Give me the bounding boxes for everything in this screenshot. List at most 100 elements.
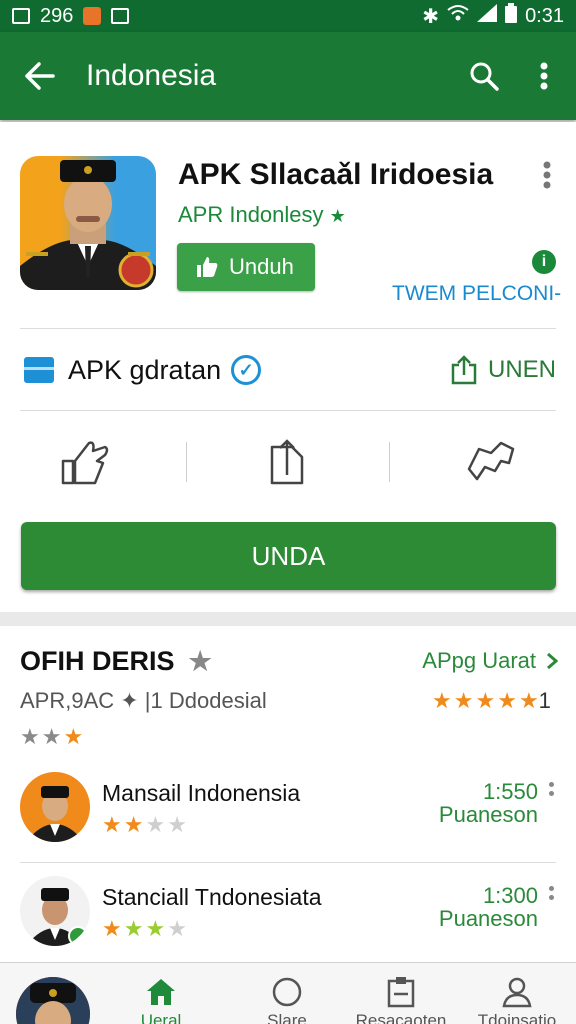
item-count: 1:300 Puaneson bbox=[439, 884, 538, 930]
home-icon bbox=[143, 975, 179, 1009]
star-icon: ★ bbox=[497, 688, 517, 713]
clock-time: 0:31 bbox=[525, 4, 564, 27]
nav-home[interactable]: Ueral bbox=[106, 975, 216, 1024]
app-more-button[interactable] bbox=[532, 160, 562, 190]
star-icon: ★ bbox=[41, 724, 62, 749]
star-icon: ★ bbox=[102, 916, 122, 941]
item-count-value: 1:550 bbox=[482, 779, 538, 804]
toolbar: Indonesia bbox=[0, 32, 576, 120]
nav-share-label: Slare bbox=[267, 1011, 307, 1024]
share-label: UNEN bbox=[487, 356, 556, 383]
item-count: 1:550 Puaneson bbox=[439, 780, 538, 826]
item-count-value: 1:300 bbox=[482, 883, 538, 908]
star-icon: ★ bbox=[63, 724, 84, 749]
map-button[interactable] bbox=[463, 434, 519, 490]
status-bar: 296 ✱ 0:31 bbox=[0, 0, 576, 32]
like-button[interactable] bbox=[57, 434, 113, 490]
nav-home-label: Ueral bbox=[140, 1011, 182, 1024]
star-icon: ★ bbox=[123, 916, 144, 941]
item-more-button[interactable] bbox=[546, 886, 556, 916]
section-rating: ★ ★ ★ ★ ★ 1 bbox=[432, 688, 551, 714]
section-title: OFIH DERIS bbox=[20, 646, 175, 676]
section-small-stars: ★ ★ ★ bbox=[20, 726, 83, 748]
star-icon: ★ bbox=[123, 812, 144, 837]
rating-value: 1 bbox=[538, 688, 551, 713]
more-vert-icon bbox=[543, 161, 551, 189]
install-button[interactable]: Unduh bbox=[177, 243, 315, 291]
item-name: Stanciall Tndonesiata bbox=[102, 884, 322, 910]
star-icon: ★ bbox=[102, 812, 122, 837]
star-icon: ★ bbox=[432, 688, 452, 713]
chevron-right-icon bbox=[547, 652, 558, 670]
item-count-label: Puaneson bbox=[438, 802, 538, 828]
star-icon: ★ bbox=[453, 688, 474, 713]
section-more-link[interactable]: APpg Uarat bbox=[422, 648, 558, 674]
primary-action-button[interactable]: UNDA bbox=[21, 522, 556, 590]
briefcase-icon bbox=[24, 357, 54, 383]
separator bbox=[185, 442, 187, 482]
divider bbox=[20, 410, 556, 411]
thumbs-up-icon bbox=[197, 257, 218, 277]
developer-label: APR Indonlesy bbox=[178, 202, 324, 227]
list-item[interactable]: Stanciall Tndonesiata ★ ★ ★ ★ 1:300 Puaneso… bbox=[20, 876, 556, 948]
star-icon: ★ bbox=[145, 812, 166, 837]
verified-check-icon: ✓ bbox=[231, 355, 262, 385]
overflow-menu-button[interactable] bbox=[522, 54, 566, 98]
bottom-navigation: Ueral Slare Resacaoten Tdoinsatio bbox=[0, 962, 576, 1024]
share-button[interactable]: UNEN bbox=[450, 355, 556, 385]
divider bbox=[20, 328, 556, 329]
search-button[interactable] bbox=[462, 54, 506, 98]
verified-label: APK gdratan bbox=[68, 354, 222, 385]
developer-link[interactable]: TWEM PELCONI- bbox=[392, 282, 561, 306]
star-icon: ★ bbox=[167, 812, 187, 837]
nav-profile[interactable]: Tdoinsatio bbox=[462, 975, 572, 1024]
divider bbox=[20, 862, 556, 863]
profile-avatar[interactable] bbox=[16, 977, 90, 1024]
avatar bbox=[20, 772, 90, 842]
app-detail-card: APK Sllacaǎl Iridoesia APR Indonlesy ★ U… bbox=[0, 122, 576, 612]
section-header: OFIH DERIS ★ bbox=[20, 646, 212, 677]
verified-row: APK gdratan ✓ UNEN bbox=[20, 350, 556, 390]
upload-icon bbox=[270, 439, 304, 485]
search-icon bbox=[470, 62, 499, 91]
nav-saved[interactable]: Resacaoten bbox=[346, 975, 456, 1024]
star-icon: ★ bbox=[20, 724, 40, 749]
item-stars: ★ ★ ★ ★ bbox=[102, 814, 187, 836]
app-notification-icon bbox=[83, 7, 102, 25]
back-button[interactable] bbox=[12, 48, 68, 104]
star-icon: ★ bbox=[167, 916, 187, 941]
related-apps-card: OFIH DERIS ★ APpg Uarat APR,9AC ✦ |1 Ddo… bbox=[0, 626, 576, 962]
more-vert-icon bbox=[540, 62, 548, 90]
section-subinfo: APR,9AC ✦ |1 Ddodesial bbox=[20, 688, 267, 713]
image-notification-icon bbox=[12, 8, 30, 24]
star-icon: ★ bbox=[518, 688, 539, 713]
hand-icon bbox=[61, 441, 108, 485]
arrow-left-icon bbox=[25, 62, 55, 90]
star-icon: ★ bbox=[188, 646, 212, 676]
item-more-button[interactable] bbox=[546, 782, 556, 812]
nav-profile-label: Tdoinsatio bbox=[477, 1011, 557, 1024]
circle-icon bbox=[269, 975, 305, 1009]
separator bbox=[389, 442, 391, 482]
clipboard-icon bbox=[383, 975, 419, 1009]
app-icon bbox=[20, 156, 156, 290]
nav-saved-label: Resacaoten bbox=[355, 1011, 447, 1024]
map-icon bbox=[468, 441, 515, 481]
nav-share[interactable]: Slare bbox=[232, 975, 342, 1024]
section-link-label: APpg Uarat bbox=[422, 648, 536, 673]
share-icon bbox=[451, 355, 477, 385]
upload-button[interactable] bbox=[260, 434, 316, 490]
item-count-label: Puaneson bbox=[438, 906, 538, 932]
action-icons-row bbox=[20, 434, 556, 490]
list-item[interactable]: Mansail Indonensia ★ ★ ★ ★ 1:550 Puaneson bbox=[20, 772, 556, 844]
star-icon: ★ bbox=[475, 688, 496, 713]
developer-name[interactable]: APR Indonlesy ★ bbox=[178, 202, 346, 228]
badge-star-icon: ★ bbox=[329, 206, 346, 226]
bluetooth-icon: ✱ bbox=[422, 5, 440, 28]
install-label: Unduh bbox=[229, 254, 294, 279]
toolbar-title: Indonesia bbox=[86, 59, 217, 92]
app-title: APK Sllacaǎl Iridoesia bbox=[178, 158, 494, 191]
star-icon: ★ bbox=[145, 916, 166, 941]
info-icon[interactable]: i bbox=[532, 250, 556, 274]
notification-count: 296 bbox=[40, 4, 74, 27]
